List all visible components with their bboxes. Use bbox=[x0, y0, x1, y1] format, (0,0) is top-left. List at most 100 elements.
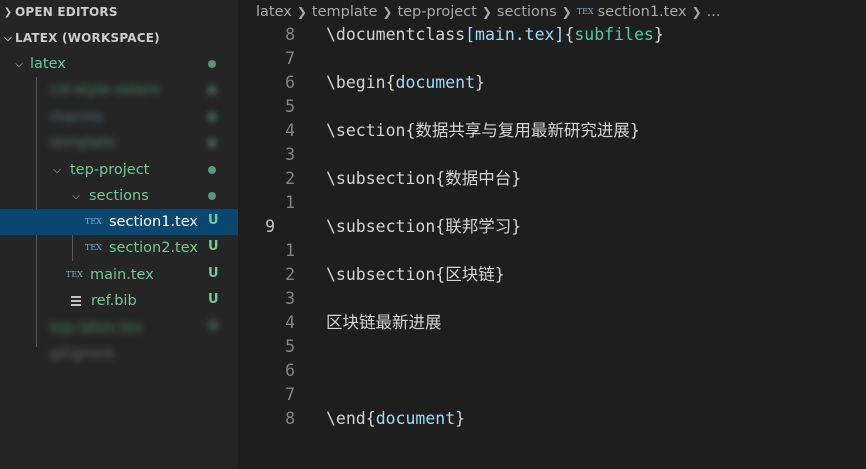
file-label: main.tex bbox=[90, 267, 154, 283]
code-line[interactable]: 6 \begin{document} bbox=[238, 71, 866, 95]
latex-argument: {数据中台} bbox=[435, 169, 522, 188]
tex-file-icon: TEX bbox=[85, 243, 102, 252]
chevron-right-icon: ❯ bbox=[481, 5, 492, 19]
blurred-label: macros bbox=[50, 109, 104, 125]
open-editors-title: OPEN EDITORS bbox=[15, 5, 118, 19]
vscode-window: ❯ OPEN EDITORS ⌵ LATEX (WORKSPACE) ⌵ lat… bbox=[0, 0, 866, 469]
breadcrumb-item[interactable]: template bbox=[312, 4, 377, 20]
latex-argument: {document} bbox=[365, 409, 466, 428]
latex-argument: {document} bbox=[385, 73, 485, 92]
latex-argument: {区块链} bbox=[435, 265, 505, 284]
code-line[interactable]: 5 bbox=[238, 335, 866, 359]
breadcrumb-item[interactable]: latex bbox=[256, 4, 292, 20]
line-number: 2 bbox=[285, 265, 295, 284]
tree-folder-tep-project[interactable]: ⌵ tep-project bbox=[0, 157, 238, 183]
blurred-label: tep-latex.tex bbox=[50, 320, 143, 336]
code-line[interactable]: 4 区块链最新进展 bbox=[238, 311, 866, 335]
breadcrumb-item[interactable]: sections bbox=[497, 4, 557, 20]
code-line[interactable]: 1 bbox=[238, 239, 866, 263]
code-line[interactable]: 8 \documentclass[main.tex]{subfiles} bbox=[238, 23, 866, 47]
code-text: \subsection{区块链} bbox=[326, 263, 505, 287]
modified-dot-icon bbox=[208, 113, 216, 121]
breadcrumb: latex ❯ template ❯ tep-project ❯ section… bbox=[256, 0, 721, 24]
code-text: 区块链最新进展 bbox=[326, 311, 442, 335]
code-line[interactable]: 7 bbox=[238, 383, 866, 407]
line-number: 3 bbox=[285, 289, 295, 308]
file-label: section1.tex bbox=[109, 214, 198, 230]
blurred-label: gitignore bbox=[50, 346, 115, 362]
code-line[interactable]: 2 \subsection{区块链} bbox=[238, 263, 866, 287]
latex-argument: {数据共享与复用最新研究进展} bbox=[405, 121, 640, 140]
code-text: \documentclass[main.tex]{subfiles} bbox=[326, 23, 664, 47]
code-line[interactable]: 7 bbox=[238, 47, 866, 71]
tex-file-icon: TEX bbox=[85, 217, 102, 226]
untracked-badge: U bbox=[208, 266, 219, 281]
latex-command: \begin bbox=[326, 73, 386, 92]
latex-command: \subsection bbox=[326, 265, 436, 284]
tex-file-icon: TEX bbox=[66, 270, 83, 279]
line-number: 8 bbox=[285, 25, 295, 44]
chevron-down-icon: ⌵ bbox=[53, 164, 61, 176]
chevron-right-icon: ❯ bbox=[382, 5, 393, 19]
code-text: \subsection{数据中台} bbox=[326, 167, 521, 191]
line-number: 1 bbox=[285, 193, 295, 212]
line-number: 3 bbox=[285, 145, 295, 164]
folder-label: latex bbox=[30, 56, 66, 72]
line-number: 9 bbox=[265, 217, 275, 236]
latex-argument: {subfiles} bbox=[564, 25, 664, 44]
breadcrumb-ellipsis[interactable]: ... bbox=[707, 4, 721, 20]
workspace-header[interactable]: ⌵ LATEX (WORKSPACE) bbox=[0, 26, 238, 50]
blurred-label: template bbox=[50, 135, 116, 151]
code-line[interactable]: 3 bbox=[238, 287, 866, 311]
code-line[interactable]: 1 bbox=[238, 191, 866, 215]
workspace-title: LATEX (WORKSPACE) bbox=[15, 31, 160, 45]
untracked-badge: U bbox=[208, 213, 219, 228]
code-line[interactable]: 9 \subsection{联邦学习} bbox=[238, 215, 866, 239]
tree-item-blurred[interactable]: gitignore bbox=[0, 341, 238, 367]
modified-dot-icon bbox=[208, 166, 216, 174]
tree-file-section1[interactable]: TEX section1.tex U bbox=[0, 209, 238, 235]
folder-label: tep-project bbox=[70, 162, 150, 178]
plain-text: 区块链最新进展 bbox=[326, 313, 442, 332]
file-label: section2.tex bbox=[109, 240, 198, 256]
tree-file-main[interactable]: TEX main.tex U bbox=[0, 262, 238, 288]
chevron-right-icon: ❯ bbox=[3, 6, 13, 18]
open-editors-header[interactable]: ❯ OPEN EDITORS bbox=[0, 0, 238, 24]
blurred-label: csl-style-zotero bbox=[50, 82, 161, 98]
tree-file-section2[interactable]: TEX section2.tex U bbox=[0, 235, 238, 261]
breadcrumb-file[interactable]: section1.tex bbox=[598, 4, 687, 20]
code-line[interactable]: 2 \subsection{数据中台} bbox=[238, 167, 866, 191]
chevron-right-icon: ❯ bbox=[691, 5, 702, 19]
chevron-right-icon: ❯ bbox=[296, 5, 307, 19]
line-number: 2 bbox=[285, 169, 295, 188]
tree-file-ref-bib[interactable]: ref.bib U bbox=[0, 288, 238, 314]
code-text: \subsection{联邦学习} bbox=[326, 215, 521, 239]
code-line[interactable]: 6 bbox=[238, 359, 866, 383]
line-number: 8 bbox=[285, 409, 295, 428]
line-number: 7 bbox=[285, 49, 295, 68]
line-number: 1 bbox=[285, 241, 295, 260]
code-line[interactable]: 3 bbox=[238, 143, 866, 167]
tex-file-icon: TEX bbox=[576, 7, 594, 16]
line-number: 6 bbox=[285, 73, 295, 92]
tree-folder-sections[interactable]: ⌵ sections bbox=[0, 183, 238, 209]
chevron-down-icon: ⌵ bbox=[4, 32, 12, 44]
code-line[interactable]: 8 \end{document} bbox=[238, 407, 866, 431]
explorer-sidebar: ❯ OPEN EDITORS ⌵ LATEX (WORKSPACE) ⌵ lat… bbox=[0, 0, 238, 469]
line-number: 5 bbox=[285, 337, 295, 356]
untracked-badge: U bbox=[208, 292, 219, 307]
line-number: 5 bbox=[285, 97, 295, 116]
code-text: \end{document} bbox=[326, 407, 465, 431]
code-line[interactable]: 4 \section{数据共享与复用最新研究进展} bbox=[238, 119, 866, 143]
chevron-down-icon: ⌵ bbox=[15, 58, 23, 70]
breadcrumb-item[interactable]: tep-project bbox=[397, 4, 476, 20]
tree-folder-latex[interactable]: ⌵ latex bbox=[0, 51, 238, 77]
code-line[interactable]: 5 bbox=[238, 95, 866, 119]
file-label: ref.bib bbox=[91, 293, 137, 309]
editor-pane[interactable]: latex ❯ template ❯ tep-project ❯ section… bbox=[238, 0, 866, 469]
code-text: \section{数据共享与复用最新研究进展} bbox=[326, 119, 640, 143]
tree-item-blurred[interactable]: tep-latex.tex U bbox=[0, 315, 238, 341]
latex-option: [main.tex] bbox=[465, 25, 565, 44]
untracked-badge: U bbox=[208, 319, 219, 334]
line-number: 4 bbox=[285, 121, 295, 140]
